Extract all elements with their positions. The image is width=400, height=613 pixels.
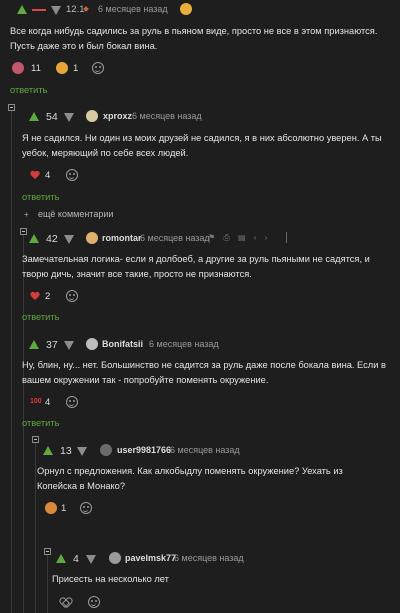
rating-bar bbox=[32, 9, 46, 11]
thread-line-1[interactable] bbox=[11, 105, 12, 613]
comment-text: Орнул с предложения. Как алкобыдлу помен… bbox=[37, 466, 343, 491]
comment-time: 6 месяцев назад bbox=[149, 339, 219, 349]
more-comments-label: ещё комментарии bbox=[38, 209, 114, 219]
hundred-points-icon: 100 bbox=[30, 398, 42, 405]
reaction-count: 4 bbox=[45, 397, 51, 408]
reply-link[interactable]: ответить bbox=[10, 85, 47, 95]
comment-header: 13 user9981766 6 месяцев назад bbox=[0, 443, 400, 459]
comment-0: 12.1 6 месяцев назад Все когда нибудь са… bbox=[0, 0, 400, 95]
hot-icon bbox=[180, 3, 192, 15]
comment-header: 12.1 6 месяцев назад bbox=[0, 2, 400, 18]
comment-text: Замечательная логика- если я долбоеб, а … bbox=[22, 254, 370, 279]
reaction-button[interactable]: 2 bbox=[30, 290, 56, 304]
reaction-count: 4 bbox=[45, 170, 51, 181]
collapse-thread-4[interactable] bbox=[32, 436, 39, 443]
collapse-icon[interactable] bbox=[286, 232, 287, 243]
reaction-count: 1 bbox=[73, 63, 79, 74]
add-reaction-icon[interactable] bbox=[80, 502, 92, 514]
upvote-icon[interactable] bbox=[29, 112, 39, 121]
comment-text: Все когда нибудь садились за руль в пьян… bbox=[10, 26, 378, 51]
expand-icon: + bbox=[24, 210, 29, 219]
comment-tools-icon[interactable]: ⚑ ⎙ ▤ ‹ › bbox=[208, 233, 270, 243]
comment-rating: 4 bbox=[73, 553, 79, 565]
downvote-icon[interactable] bbox=[86, 555, 96, 564]
avatar[interactable] bbox=[86, 338, 98, 350]
thread-line-4[interactable] bbox=[35, 436, 36, 613]
author-name[interactable]: user9981766 bbox=[117, 445, 171, 455]
comment-text: Я не садился. Ни один из моих друзей не … bbox=[22, 133, 382, 158]
reply-link[interactable]: ответить bbox=[22, 312, 59, 322]
avatar[interactable] bbox=[86, 232, 98, 244]
add-reaction-icon[interactable] bbox=[66, 396, 78, 408]
heart-outline-icon[interactable] bbox=[60, 598, 70, 607]
avatar[interactable] bbox=[100, 444, 112, 456]
comment-text: Присесть на несколько лет bbox=[52, 574, 169, 584]
reply-link[interactable]: ответить bbox=[22, 418, 59, 428]
reaction-button[interactable]: 1 bbox=[45, 502, 71, 516]
add-reaction-icon[interactable] bbox=[66, 169, 78, 181]
reaction-button[interactable]: 11 bbox=[12, 62, 52, 76]
downvote-icon[interactable] bbox=[64, 341, 74, 350]
comment-2: 42 romontar 6 месяцев назад ⚑ ⎙ ▤ ‹ › За… bbox=[0, 231, 400, 322]
heart-icon bbox=[30, 171, 40, 180]
angry-cat-icon bbox=[12, 62, 24, 74]
downvote-icon[interactable] bbox=[51, 6, 61, 15]
author-name[interactable]: romontar bbox=[102, 233, 142, 243]
comment-header: 37 Bonifatsii 6 месяцев назад bbox=[0, 337, 400, 353]
comment-rating: 13 bbox=[60, 445, 72, 457]
upvote-icon[interactable] bbox=[29, 234, 39, 243]
comment-header: 54 xproxz 6 месяцев назад bbox=[0, 109, 400, 125]
comment-5: 4 pavelmsk77 6 месяцев назад Присесть на… bbox=[0, 551, 400, 608]
downvote-icon[interactable] bbox=[64, 113, 74, 122]
heart-icon bbox=[30, 292, 40, 301]
author-name[interactable]: xproxz bbox=[103, 111, 132, 121]
downvote-icon[interactable] bbox=[64, 235, 74, 244]
reaction-count: 1 bbox=[61, 503, 67, 514]
upvote-icon[interactable] bbox=[17, 5, 27, 14]
reaction-button[interactable]: 4 bbox=[30, 169, 56, 183]
add-reaction-icon[interactable] bbox=[88, 596, 100, 608]
add-reaction-icon[interactable] bbox=[66, 290, 78, 302]
comment-rating: 54 bbox=[46, 111, 58, 123]
author-name[interactable]: Bonifatsii bbox=[102, 339, 143, 349]
comment-text: Ну, блин, ну... нет. Большинство не сади… bbox=[22, 360, 386, 385]
reply-link[interactable]: ответить bbox=[22, 192, 59, 202]
comment-time: 6 месяцев назад bbox=[170, 445, 240, 455]
avatar[interactable] bbox=[109, 552, 121, 564]
downvote-icon[interactable] bbox=[77, 447, 87, 456]
comment-time: 6 месяцев назад bbox=[98, 4, 168, 14]
facepalm-icon bbox=[56, 62, 68, 74]
upvote-icon[interactable] bbox=[43, 446, 53, 455]
comment-time: 6 месяцев назад bbox=[132, 111, 202, 121]
reaction-count: 11 bbox=[31, 63, 41, 74]
comment-3: 37 Bonifatsii 6 месяцев назад Ну, блин, … bbox=[0, 337, 400, 428]
add-reaction-icon[interactable] bbox=[92, 62, 104, 74]
author-name[interactable]: pavelmsk77 bbox=[125, 553, 176, 563]
comment-header: 42 romontar 6 месяцев назад ⚑ ⎙ ▤ ‹ › bbox=[0, 231, 400, 247]
comment-time: 6 месяцев назад bbox=[174, 553, 244, 563]
comment-rating: 12.1 bbox=[66, 4, 85, 15]
reaction-count: 2 bbox=[45, 291, 51, 302]
upvote-icon[interactable] bbox=[56, 554, 66, 563]
comment-header: 4 pavelmsk77 6 месяцев назад bbox=[0, 551, 400, 567]
avatar[interactable] bbox=[86, 110, 98, 122]
comment-4: 13 user9981766 6 месяцев назад Орнул с п… bbox=[0, 443, 400, 514]
comment-rating: 37 bbox=[46, 339, 58, 351]
comment-1: 54 xproxz 6 месяцев назад Я не садился. … bbox=[0, 109, 400, 202]
comment-time: 6 месяцев назад bbox=[140, 233, 210, 243]
comment-rating: 42 bbox=[46, 233, 58, 245]
laughing-cat-icon bbox=[45, 502, 57, 514]
upvote-icon[interactable] bbox=[29, 340, 39, 349]
reaction-button[interactable]: 1 bbox=[56, 62, 86, 76]
reaction-button[interactable]: 100 4 bbox=[30, 396, 56, 410]
